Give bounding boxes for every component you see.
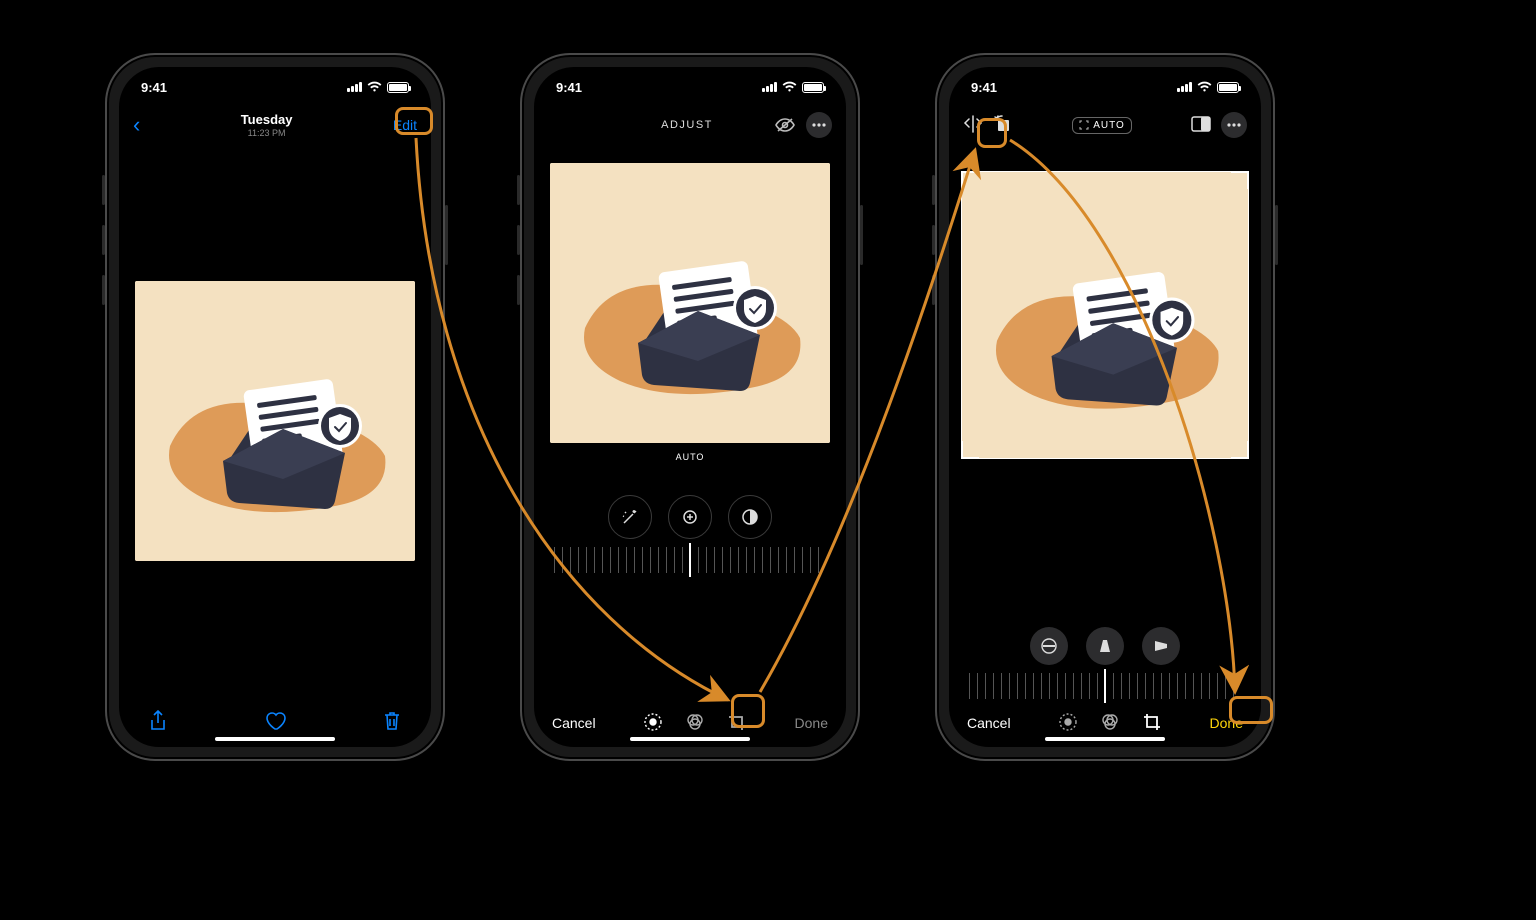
- crop-controls: [949, 619, 1261, 673]
- battery-icon: [802, 82, 824, 93]
- flip-icon[interactable]: [963, 115, 983, 136]
- wifi-icon: [782, 80, 797, 95]
- signal-icon: [762, 82, 777, 92]
- phone-edit-crop: 9:41 AUTO: [935, 53, 1275, 761]
- battery-icon: [1217, 82, 1239, 93]
- more-icon[interactable]: [806, 112, 832, 138]
- signal-icon: [347, 82, 362, 92]
- filters-tab-icon[interactable]: [1100, 712, 1120, 735]
- home-indicator[interactable]: [1045, 737, 1165, 741]
- status-time: 9:41: [971, 80, 997, 95]
- trash-icon[interactable]: [383, 710, 401, 737]
- crop-area[interactable]: [961, 171, 1249, 459]
- favorite-icon[interactable]: [264, 711, 286, 736]
- adjust-tab-icon[interactable]: [1058, 712, 1078, 735]
- filters-tab-icon[interactable]: [685, 712, 705, 735]
- brilliance-icon[interactable]: [728, 495, 772, 539]
- photo-title: Tuesday: [241, 112, 293, 127]
- edit-button[interactable]: Edit: [393, 117, 417, 133]
- straighten-icon[interactable]: [1030, 627, 1068, 665]
- aspect-ratio-icon[interactable]: [1191, 116, 1211, 135]
- home-indicator[interactable]: [215, 737, 335, 741]
- home-indicator[interactable]: [630, 737, 750, 741]
- photo-content[interactable]: [135, 281, 415, 561]
- wifi-icon: [367, 80, 382, 95]
- back-chevron-icon[interactable]: ‹: [133, 112, 140, 138]
- auto-pill[interactable]: AUTO: [668, 449, 713, 465]
- photo-content[interactable]: [550, 163, 830, 443]
- auto-crop-button[interactable]: AUTO: [1072, 117, 1132, 134]
- wifi-icon: [1197, 80, 1212, 95]
- toggle-original-icon[interactable]: [772, 112, 798, 138]
- phone-edit-adjust: 9:41 ADJUST AUTO: [520, 53, 860, 761]
- signal-icon: [1177, 82, 1192, 92]
- more-icon[interactable]: [1221, 112, 1247, 138]
- battery-icon: [387, 82, 409, 93]
- vertical-perspective-icon[interactable]: [1086, 627, 1124, 665]
- cancel-button[interactable]: Cancel: [552, 715, 596, 731]
- share-icon[interactable]: [149, 710, 167, 737]
- adjust-slider[interactable]: [554, 547, 826, 573]
- status-time: 9:41: [556, 80, 582, 95]
- adjust-tab-icon[interactable]: [643, 712, 663, 735]
- horizontal-perspective-icon[interactable]: [1142, 627, 1180, 665]
- crop-slider[interactable]: [969, 673, 1241, 699]
- crop-tab-icon[interactable]: [1142, 712, 1162, 735]
- rotate-icon[interactable]: [993, 114, 1013, 137]
- auto-enhance-icon[interactable]: [608, 495, 652, 539]
- phone-view: 9:41 ‹ Tuesday 11:23 PM Edit: [105, 53, 445, 761]
- photo-navbar: ‹ Tuesday 11:23 PM Edit: [119, 107, 431, 143]
- crop-tab-icon[interactable]: [727, 712, 747, 735]
- done-button[interactable]: Done: [1210, 715, 1243, 731]
- adjust-controls: [534, 487, 846, 547]
- status-time: 9:41: [141, 80, 167, 95]
- cancel-button[interactable]: Cancel: [967, 715, 1011, 731]
- editor-mode-title: ADJUST: [602, 119, 772, 131]
- exposure-icon[interactable]: [668, 495, 712, 539]
- done-button[interactable]: Done: [795, 715, 828, 731]
- photo-subtitle: 11:23 PM: [140, 129, 393, 139]
